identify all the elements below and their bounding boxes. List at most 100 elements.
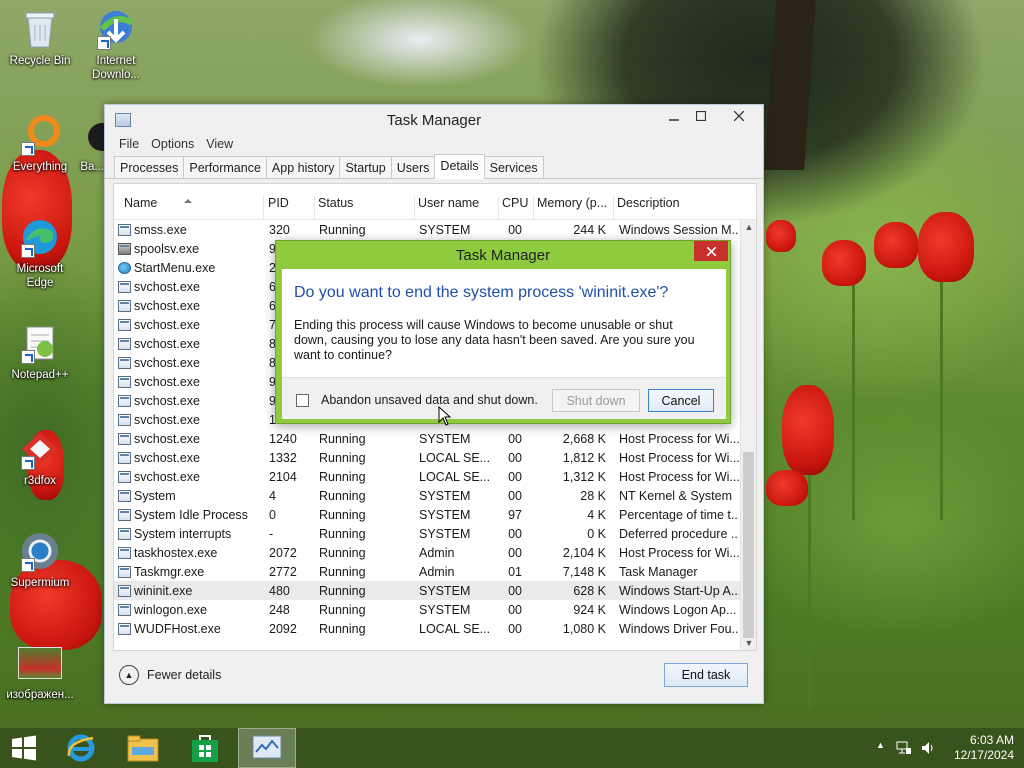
cell-status: Running	[319, 603, 366, 617]
scroll-up-icon[interactable]: ▲	[744, 222, 754, 232]
abandon-data-checkbox-label[interactable]: Abandon unsaved data and shut down.	[321, 393, 538, 407]
window-icon	[118, 547, 131, 559]
system-tray: ▲ 6:03 AM 12/17/2024	[864, 728, 1024, 768]
cancel-button[interactable]: Cancel	[648, 389, 714, 412]
cell-status: Running	[319, 622, 366, 636]
maximize-icon	[696, 110, 706, 121]
table-row[interactable]: svchost.exe 1332 Running LOCAL SE... 00 1,812…	[114, 448, 744, 467]
table-row[interactable]: Taskmgr.exe 2772 Running Admin 01 7,148 K Task…	[114, 562, 744, 581]
cell-description: Windows Start-Up A...	[619, 584, 739, 598]
window-icon	[118, 376, 131, 388]
scroll-thumb[interactable]	[743, 452, 754, 638]
process-name: svchost.exe	[134, 356, 201, 370]
column-header-pid[interactable]: PID	[265, 196, 315, 220]
end-task-button[interactable]: End task	[664, 663, 748, 687]
taskbar-file-explorer[interactable]	[114, 728, 172, 768]
desktop-icon-label: изображен...	[6, 689, 74, 701]
cell-cpu: 00	[508, 223, 522, 237]
desktop-icon-notepad-plus[interactable]: Notepad++	[0, 320, 80, 382]
column-label: Name	[124, 196, 158, 210]
tab-services[interactable]: Services	[483, 156, 544, 178]
cell-pid: 2092	[269, 622, 297, 636]
taskbar: ▲ 6:03 AM 12/17/2024	[0, 728, 1024, 768]
column-header-status[interactable]: Status	[315, 196, 415, 220]
taskbar-task-manager[interactable]	[238, 728, 296, 768]
table-row[interactable]: System 4 Running SYSTEM 00 28 K NT Kernel & Sy…	[114, 486, 744, 505]
minimize-button[interactable]	[660, 105, 688, 126]
mouse-cursor-icon	[438, 406, 452, 426]
tab-app-history[interactable]: App history	[265, 156, 341, 178]
column-header-memory[interactable]: Memory (p...	[534, 196, 614, 220]
tab-startup[interactable]: Startup	[339, 156, 392, 178]
column-header-name[interactable]: Name	[114, 196, 264, 220]
desktop-icon-supermium[interactable]: Supermium	[0, 528, 80, 590]
cell-name: svchost.exe	[118, 413, 268, 427]
start-button[interactable]	[0, 728, 48, 768]
table-row[interactable]: System Idle Process 0 Running SYSTEM 97 4 K Pe…	[114, 505, 744, 524]
table-row[interactable]: System interrupts - Running SYSTEM 00 0 K Defe…	[114, 524, 744, 543]
taskbar-internet-explorer[interactable]	[52, 728, 110, 768]
vertical-scrollbar[interactable]: ▲ ▼	[740, 220, 756, 650]
scroll-down-icon[interactable]: ▼	[744, 638, 754, 648]
column-header-cpu[interactable]: CPU	[499, 196, 534, 220]
cell-name: svchost.exe	[118, 451, 268, 465]
desktop-icon-internet-download[interactable]: Internet Downlo...	[76, 6, 156, 82]
desktop-icon-image[interactable]: изображен...	[0, 640, 80, 702]
dialog-close-button[interactable]	[694, 241, 728, 261]
process-name: System Idle Process	[134, 508, 248, 522]
shut-down-button[interactable]: Shut down	[552, 389, 640, 412]
desktop-icon-microsoft-edge[interactable]: Microsoft Edge	[0, 214, 80, 290]
cell-pid: 2104	[269, 470, 297, 484]
table-row[interactable]: WUDFHost.exe 2092 Running LOCAL SE... 00 1,08…	[114, 619, 744, 638]
menu-view[interactable]: View	[200, 135, 239, 155]
table-row[interactable]: smss.exe 320 Running SYSTEM 00 244 K Windows S…	[114, 220, 744, 239]
cell-name: System interrupts	[118, 527, 268, 541]
close-button[interactable]	[716, 105, 762, 126]
desktop-icon-everything[interactable]: Everything	[0, 112, 80, 174]
maximize-button[interactable]	[687, 105, 715, 126]
cell-memory: 2,104 K	[562, 546, 606, 560]
window-icon	[118, 585, 131, 597]
cell-pid: 0	[269, 508, 276, 522]
title-bar[interactable]: Task Manager	[105, 105, 763, 135]
process-name: Taskmgr.exe	[134, 565, 205, 579]
tab-performance[interactable]: Performance	[183, 156, 267, 178]
desktop-icon-label: Everything	[12, 161, 68, 173]
clock[interactable]: 6:03 AM 12/17/2024	[954, 733, 1014, 763]
tab-processes[interactable]: Processes	[114, 156, 185, 178]
show-hidden-icons-icon[interactable]: ▲	[876, 740, 885, 750]
volume-icon[interactable]	[920, 740, 936, 756]
network-icon[interactable]	[896, 740, 912, 756]
table-row[interactable]: wininit.exe 480 Running SYSTEM 00 628 K Window…	[114, 581, 744, 600]
taskbar-store[interactable]	[176, 728, 234, 768]
column-header-user-name[interactable]: User name	[415, 196, 499, 220]
cell-name: wininit.exe	[118, 584, 268, 598]
image-file-icon	[17, 640, 63, 686]
table-row[interactable]: svchost.exe 1240 Running SYSTEM 00 2,668 K Hos…	[114, 429, 744, 448]
window-icon	[118, 395, 131, 407]
process-name: System interrupts	[134, 527, 232, 541]
minimize-icon	[669, 118, 679, 121]
cell-status: Running	[319, 508, 366, 522]
table-row[interactable]: taskhostex.exe 2072 Running Admin 00 2,104 K H…	[114, 543, 744, 562]
abandon-data-checkbox[interactable]	[296, 394, 309, 407]
app-icon	[74, 112, 104, 158]
desktop-icon-recycle-bin[interactable]: Recycle Bin	[0, 6, 80, 68]
cell-pid: 1332	[269, 451, 297, 465]
tab-details[interactable]: Details	[434, 154, 485, 179]
cell-status: Running	[319, 470, 366, 484]
shortcut-arrow-icon	[21, 244, 35, 258]
cell-cpu: 00	[508, 527, 522, 541]
table-row[interactable]: winlogon.exe 248 Running SYSTEM 00 924 K Windo…	[114, 600, 744, 619]
tab-users[interactable]: Users	[390, 156, 436, 178]
process-name: svchost.exe	[134, 375, 201, 389]
menu-file[interactable]: File	[113, 135, 145, 155]
desktop-icon-r3dfox[interactable]: r3dfox	[0, 426, 80, 488]
cell-cpu: 00	[508, 489, 522, 503]
column-header-description[interactable]: Description	[614, 196, 742, 220]
desktop-icon-partial[interactable]: Ba...	[74, 112, 104, 174]
table-row[interactable]: svchost.exe 2104 Running LOCAL SE... 00 1,312…	[114, 467, 744, 486]
menu-options[interactable]: Options	[145, 135, 200, 155]
cell-user-name: LOCAL SE...	[419, 622, 489, 636]
fewer-details-button[interactable]: ▲ Fewer details	[119, 665, 221, 685]
